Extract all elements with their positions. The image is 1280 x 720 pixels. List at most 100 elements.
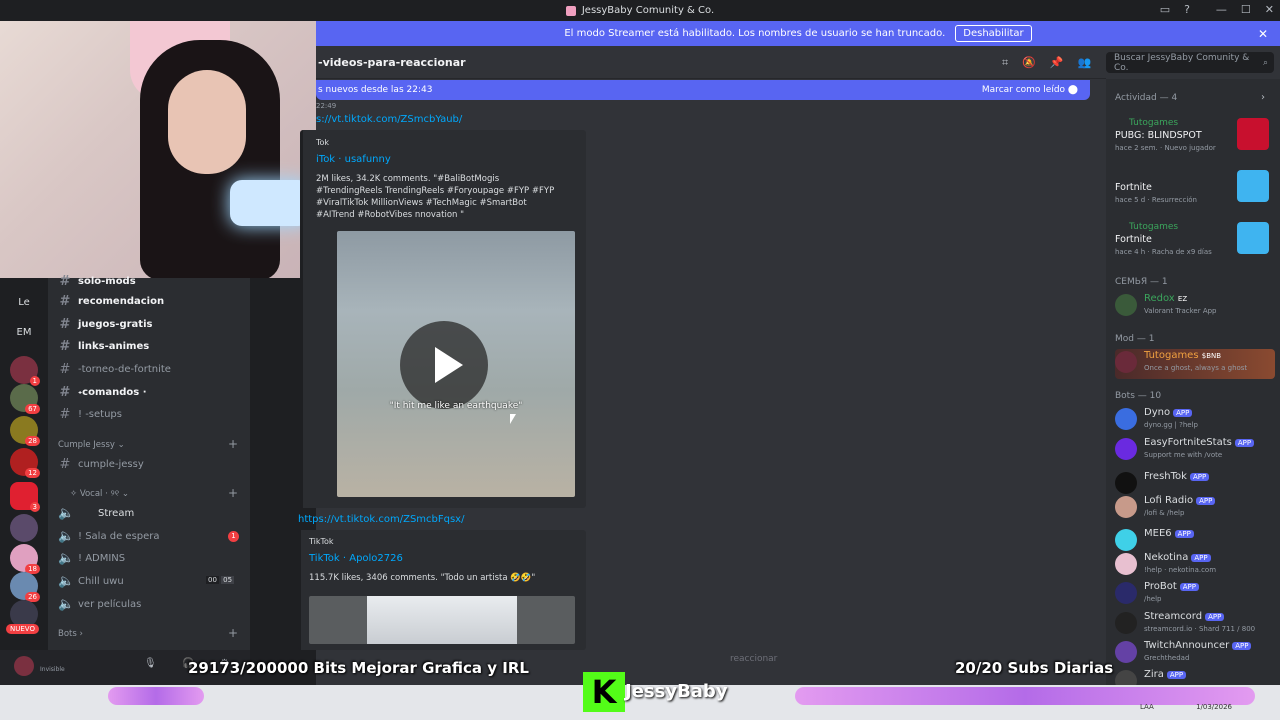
speaker-icon: 🔈 [58, 573, 75, 589]
mark-read-button[interactable]: Marcar como leído ⬤ [982, 85, 1078, 95]
server-item[interactable]: 26 [10, 572, 40, 602]
app-badge: APP [1173, 409, 1193, 417]
help-icon[interactable]: ? [1184, 3, 1190, 16]
activity-card[interactable]: Tutogames PUBG: BLINDSPOT hace 2 sem. · … [1115, 118, 1275, 162]
system-tray: LAA 1/03/2026 [1140, 703, 1232, 711]
microphone-icon[interactable]: 🎙 [144, 658, 157, 669]
member-name: ProBot APP [1144, 581, 1199, 592]
server-item[interactable]: 18 [10, 544, 40, 574]
channel-juegos-gratis[interactable]: # juegos-gratis [58, 315, 153, 333]
bot-member-item[interactable]: Streamcord APP streamcord.io · Shard 711 /… [1115, 610, 1275, 640]
server-item[interactable]: 1 [10, 356, 40, 386]
avatar [1115, 582, 1137, 604]
bot-member-item[interactable]: EasyFortniteStats APP Support me with /vot… [1115, 436, 1275, 466]
server-label: Le [18, 296, 30, 308]
voice-badge: 1 [228, 531, 239, 542]
embed-2-video[interactable] [309, 596, 575, 644]
voice-channel-admins[interactable]: 🔈! ADMINS [58, 549, 125, 567]
member-name: Tutogames $BNB [1144, 350, 1222, 361]
streamer-mode-banner: El modo Streamer está habilitado. Los no… [316, 21, 1280, 46]
inbox-icon[interactable]: ▭ [1160, 3, 1170, 16]
server-item[interactable]: 3 [10, 482, 40, 512]
chevron-right-icon[interactable]: › [1261, 92, 1265, 103]
member-status: Support me with /vote [1144, 451, 1223, 459]
category-vocal[interactable]: ✧ Vocal · ୨୧ ⌄ [70, 489, 129, 499]
window-title: JessyBaby Comunity & Co. [581, 5, 715, 16]
member-status: /lofi & /help [1144, 509, 1185, 517]
category-bots[interactable]: Bots › [58, 629, 83, 639]
app-badge: APP [1196, 497, 1216, 505]
voice-channel-ver-peliculas[interactable]: 🔈 ver películas [58, 595, 141, 613]
close-window-button[interactable]: ✕ [1265, 3, 1274, 16]
new-messages-bar[interactable]: s nuevos desde las 22:43 Marcar como leí… [316, 80, 1090, 100]
member-status: Grechthedad [1144, 654, 1190, 662]
streamer-face [168, 70, 246, 174]
bot-member-item[interactable]: ProBot APP/help [1115, 580, 1275, 610]
channel-label: juegos-gratis [78, 318, 153, 330]
channel-links-animes[interactable]: # links-animes [58, 337, 150, 355]
play-icon[interactable] [400, 321, 488, 409]
voice-channel-sala-de-espera[interactable]: 🔈! Sala de espera [58, 527, 160, 545]
unread-badge: 3 [29, 502, 40, 512]
disable-streamer-button[interactable]: Deshabilitar [955, 25, 1032, 42]
voice-channel-chill[interactable]: 🔈 Chill uwu [58, 572, 124, 590]
server-item[interactable]: 12 [10, 448, 40, 478]
channel-solo-mods[interactable]: # solo-mods [58, 272, 136, 290]
embed-1-video[interactable]: "It hit me like an earthquake" [337, 231, 575, 497]
app-badge: APP [1205, 613, 1225, 621]
message-link-1[interactable]: s://vt.tiktok.com/ZSmcbYaub/ [316, 114, 462, 125]
server-item[interactable]: 67 [10, 384, 40, 414]
server-item[interactable]: 28 [10, 416, 40, 446]
webcam-overlay [0, 0, 316, 278]
add-channel-icon[interactable]: + [228, 486, 238, 500]
channel-torneo-de-fortnite[interactable]: # -torneo-de-fortnite [58, 360, 171, 378]
member-item[interactable]: Tutogames $BNB Once a ghost, always a gh… [1115, 349, 1275, 379]
member-list-icon[interactable]: 👥 [1078, 56, 1092, 70]
channel-setups[interactable]: # ! -setups [58, 405, 122, 423]
member-name: Zira APP [1144, 669, 1187, 680]
channel-label: ˖comandos · [78, 386, 147, 398]
role-header: Bots — 10 [1115, 391, 1162, 401]
add-channel-icon[interactable]: + [228, 626, 238, 640]
minimize-button[interactable]: — [1216, 3, 1227, 16]
avatar[interactable] [14, 656, 34, 676]
activity-card[interactable]: Fortnite hace 5 d · Resurrección [1115, 170, 1275, 214]
pin-icon[interactable]: 📌 [1050, 56, 1064, 70]
threads-icon[interactable]: ⌗ [1002, 56, 1008, 70]
add-channel-icon[interactable]: + [228, 437, 238, 451]
server-label: EM [16, 326, 32, 338]
server-item[interactable] [10, 514, 38, 542]
bot-member-item[interactable]: Nekotina APP !help · nekotina.com [1115, 551, 1275, 581]
activity-card[interactable]: Tutogames Fortnite hace 4 h · Racha de x… [1115, 222, 1275, 266]
hash-icon: # [59, 316, 71, 332]
maximize-button[interactable]: ☐ [1241, 3, 1251, 16]
mouse-cursor [510, 414, 516, 424]
message-link-2[interactable]: https://vt.tiktok.com/ZSmcbFqsx/ [298, 514, 464, 525]
search-input[interactable]: Buscar JessyBaby Comunity & Co. ⌕ [1106, 52, 1274, 73]
channel-label: -torneo-de-fortnite [78, 363, 171, 375]
member-name: Dyno APP [1144, 407, 1193, 418]
channel-cumple-jessy[interactable]: # cumple-jessy [58, 455, 144, 473]
activity-game: PUBG: BLINDSPOT [1115, 130, 1202, 141]
hash-icon: # [59, 338, 71, 354]
avatar [1115, 472, 1137, 494]
game-thumbnail [1237, 118, 1269, 150]
channel-comandos[interactable]: # ˖comandos · [58, 383, 147, 401]
server-item[interactable]: Le [10, 288, 38, 316]
category-cumple-jessy[interactable]: Cumple Jessy ⌄ [58, 440, 125, 450]
game-thumbnail [1237, 222, 1269, 254]
channel-recomendacion[interactable]: # recomendacion [58, 292, 165, 310]
member-item[interactable]: Redox EZ Valorant Tracker App [1115, 292, 1275, 322]
embed-2-title[interactable]: TikTok · Apolo2726 [309, 553, 403, 564]
hash-icon: # [59, 361, 71, 377]
bot-member-item[interactable]: Lofi Radio APP/lofi & /help [1115, 494, 1275, 524]
voice-channel-stream[interactable]: 🔈 Stream [58, 504, 134, 522]
server-item[interactable]: EM [10, 318, 38, 346]
embed-1-title[interactable]: iTok · usafunny [316, 154, 391, 165]
avatar [1115, 553, 1137, 575]
channel-label: ! ADMINS [78, 552, 126, 564]
close-banner-icon[interactable]: ✕ [1258, 27, 1268, 41]
bot-member-item[interactable]: TwitchAnnouncer APP Grechthedad [1115, 639, 1275, 669]
mute-notifications-icon[interactable]: 🔕 [1022, 56, 1036, 70]
bot-member-item[interactable]: Dyno APP dyno.gg | ?help [1115, 406, 1275, 436]
